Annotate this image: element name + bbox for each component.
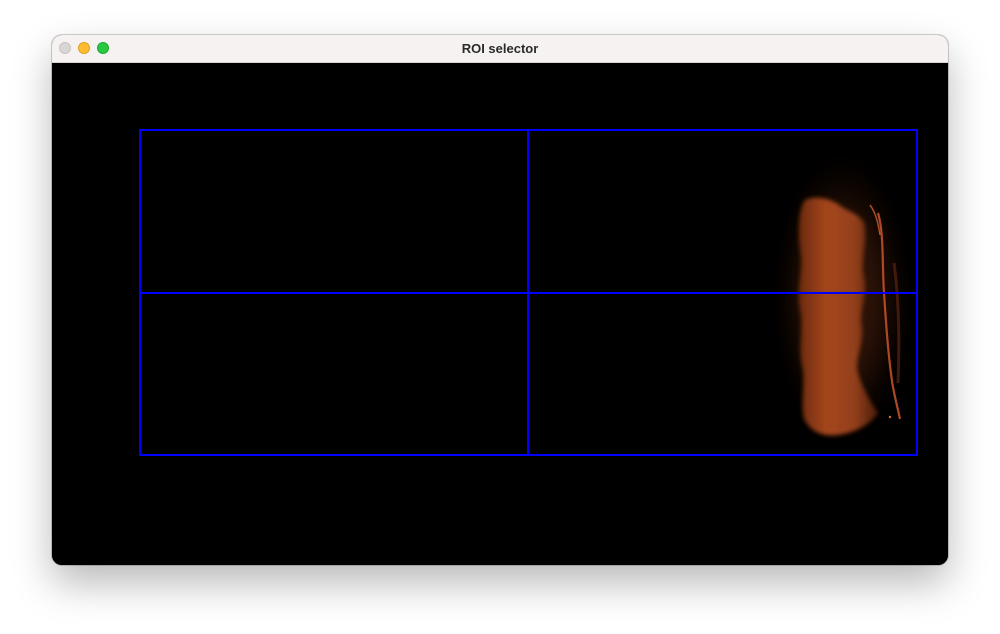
image-canvas[interactable] — [52, 63, 948, 565]
roi-selector-window: ROI selector — [52, 35, 948, 565]
window-title: ROI selector — [461, 41, 539, 56]
title-bar[interactable]: ROI selector — [52, 35, 948, 63]
camera-frame — [139, 129, 918, 456]
glowing-object — [772, 148, 912, 448]
